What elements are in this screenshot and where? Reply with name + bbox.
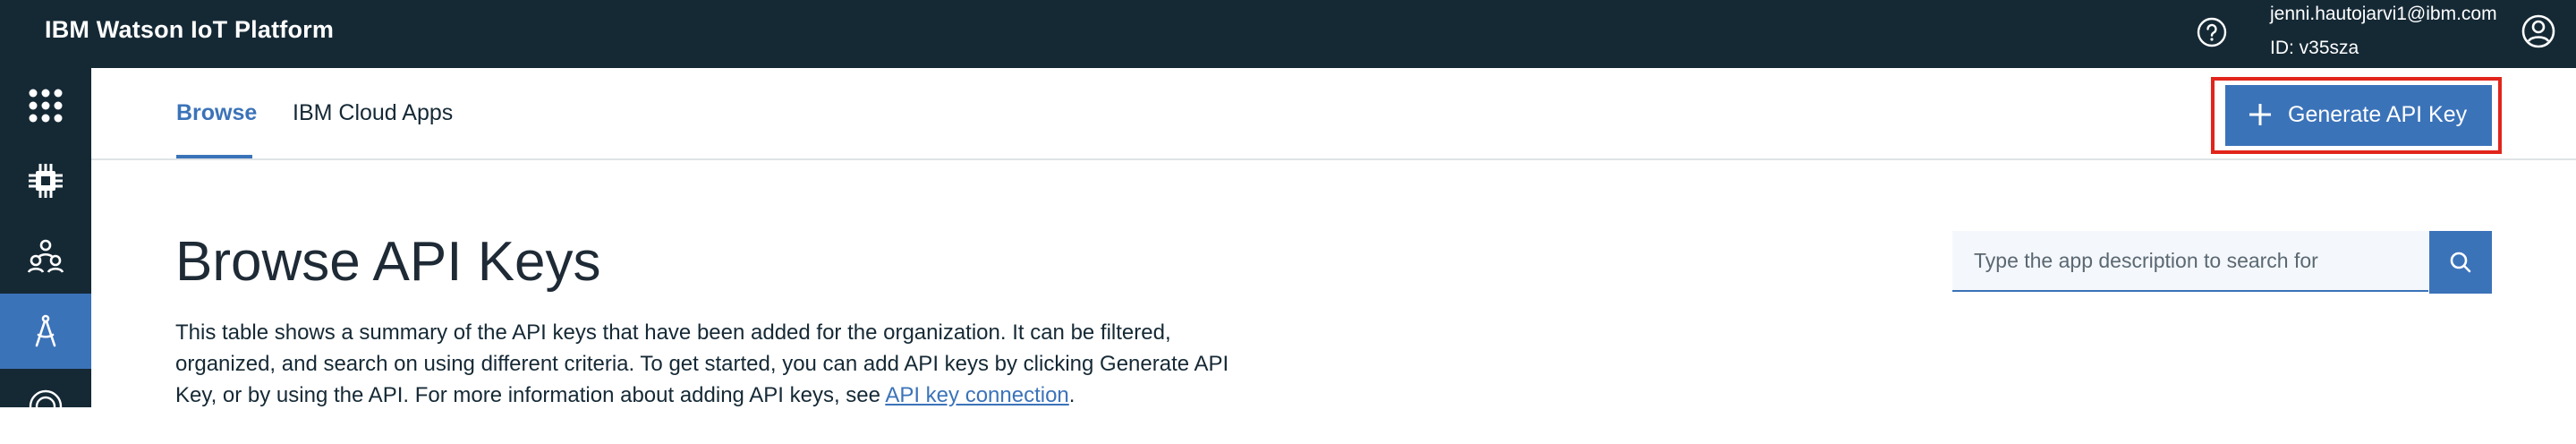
page-title: Browse API Keys [175, 231, 601, 293]
tab-bar: Browse IBM Cloud Apps [91, 68, 2576, 160]
devices-chip-icon [29, 164, 63, 198]
top-header: IBM Watson IoT Platform jenni.hautojarvi… [0, 0, 2576, 68]
nav-item-members[interactable] [0, 218, 91, 294]
nav-item-devices[interactable] [0, 143, 91, 218]
nav-item-apps[interactable] [0, 294, 91, 369]
apps-grid-icon [29, 89, 63, 123]
page-description: This table shows a summary of the API ke… [175, 317, 1249, 411]
description-end: . [1068, 383, 1075, 407]
search-bar [1952, 231, 2492, 294]
nav-item-apps-grid[interactable] [0, 68, 91, 143]
active-tab-indicator [176, 155, 252, 158]
search-button[interactable] [2429, 231, 2492, 294]
search-input[interactable] [1952, 231, 2428, 292]
plus-icon [2249, 104, 2271, 125]
tab-browse[interactable]: Browse [176, 100, 257, 126]
generate-api-key-button[interactable]: Generate API Key [2225, 85, 2492, 146]
help-circle-icon[interactable] [2196, 16, 2228, 48]
generate-api-key-label: Generate API Key [2288, 102, 2468, 127]
security-icon [29, 389, 63, 423]
nav-item-security[interactable] [0, 369, 91, 444]
api-key-connection-link[interactable]: API key connection [885, 383, 1068, 407]
apps-compass-icon [35, 314, 56, 347]
side-nav [0, 68, 91, 423]
members-icon [27, 239, 64, 273]
user-email: jenni.hautojarvi1@ibm.com [2270, 4, 2497, 24]
org-id: ID: v35sza [2270, 38, 2359, 58]
tab-ibm-cloud-apps[interactable]: IBM Cloud Apps [293, 100, 453, 126]
user-avatar-icon[interactable] [2521, 13, 2556, 49]
app-title[interactable]: IBM Watson IoT Platform [45, 16, 334, 44]
search-icon [2450, 252, 2471, 273]
